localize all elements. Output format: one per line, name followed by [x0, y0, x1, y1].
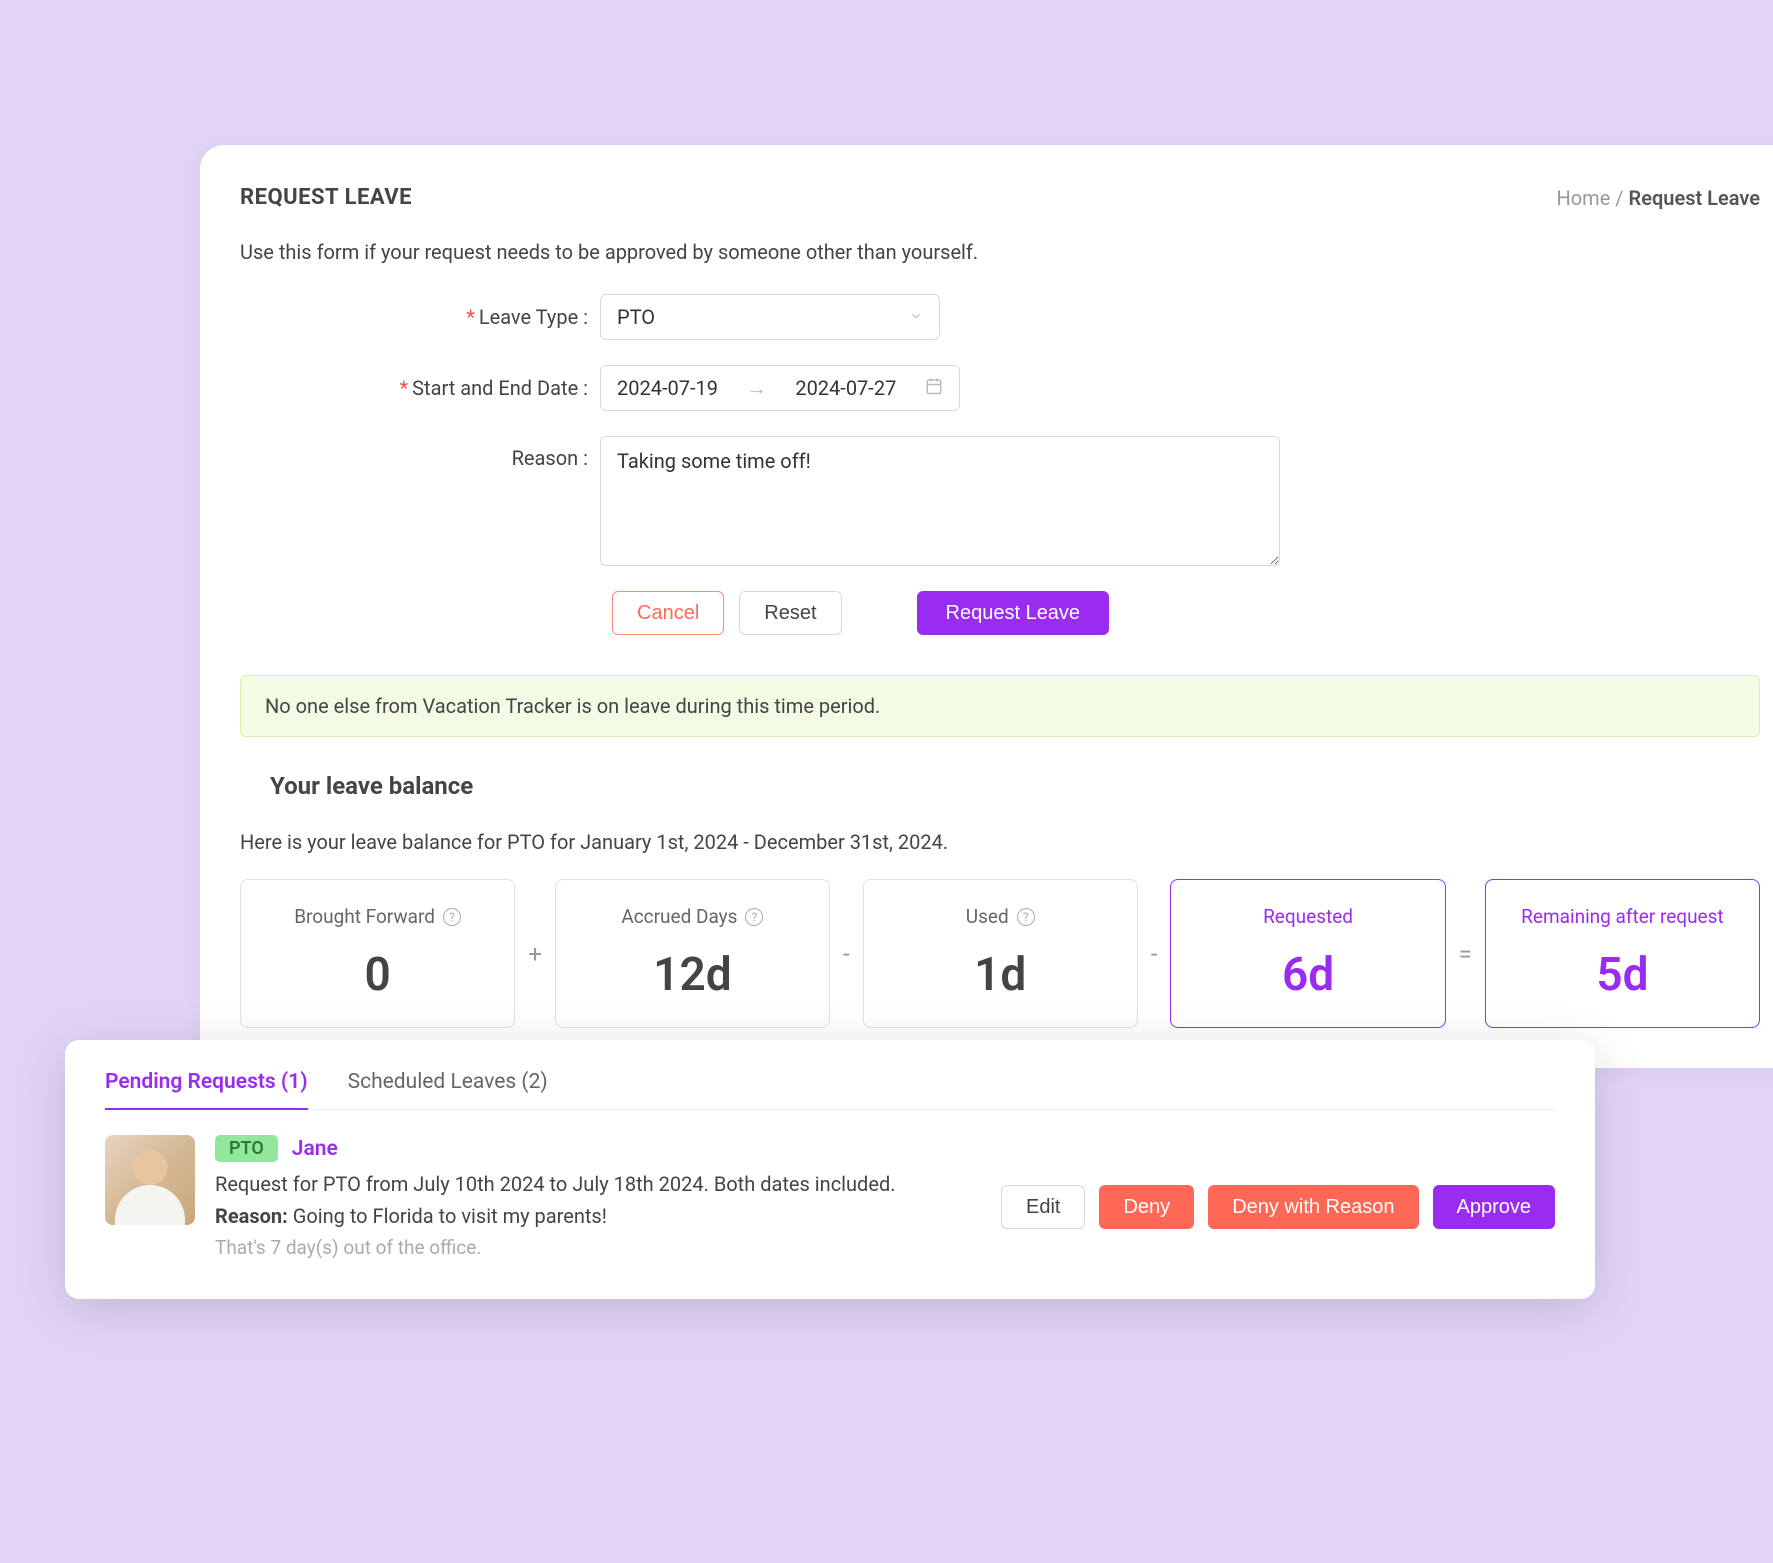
- user-name-link[interactable]: Jane: [292, 1137, 338, 1161]
- date-range-picker[interactable]: 2024-07-19 → 2024-07-27: [600, 365, 960, 411]
- balance-requested: Requested 6d: [1170, 879, 1445, 1028]
- request-meta: That's 7 day(s) out of the office.: [215, 1236, 981, 1259]
- equals-operator: =: [1454, 940, 1477, 968]
- deny-button[interactable]: Deny: [1099, 1185, 1194, 1229]
- request-leave-panel: REQUEST LEAVE Home / Request Leave Use t…: [200, 145, 1773, 1068]
- page-title: REQUEST LEAVE: [240, 185, 412, 210]
- request-item: PTO Jane Request for PTO from July 10th …: [105, 1135, 1555, 1259]
- cancel-button[interactable]: Cancel: [612, 591, 724, 635]
- balance-title: Your leave balance: [270, 772, 1760, 800]
- brought-forward-label: Brought Forward: [294, 905, 435, 928]
- reason-label: Reason:: [215, 1204, 288, 1228]
- chevron-down-icon: [909, 308, 923, 327]
- balance-description: Here is your leave balance for PTO for J…: [240, 830, 1760, 854]
- date-range-label: *Start and End Date :: [240, 376, 600, 400]
- request-description: Request for PTO from July 10th 2024 to J…: [215, 1172, 981, 1196]
- breadcrumb-current: Request Leave: [1629, 186, 1760, 210]
- start-date-value: 2024-07-19: [617, 376, 718, 400]
- balance-brought-forward: Brought Forward ? 0: [240, 879, 515, 1028]
- reset-button[interactable]: Reset: [739, 591, 841, 635]
- help-icon[interactable]: ?: [745, 908, 763, 926]
- deny-with-reason-button[interactable]: Deny with Reason: [1208, 1185, 1418, 1229]
- used-label: Used: [966, 905, 1009, 928]
- reason-label: Reason :: [240, 436, 600, 470]
- plus-operator: +: [523, 940, 547, 968]
- info-alert: No one else from Vacation Tracker is on …: [240, 675, 1760, 737]
- balance-row: Brought Forward ? 0 + Accrued Days ? 12d…: [240, 879, 1760, 1028]
- leave-type-value: PTO: [617, 305, 655, 329]
- breadcrumb-home[interactable]: Home: [1556, 186, 1610, 210]
- end-date-value: 2024-07-27: [795, 376, 896, 400]
- approve-button[interactable]: Approve: [1433, 1185, 1556, 1229]
- edit-button[interactable]: Edit: [1001, 1185, 1085, 1229]
- leave-type-select[interactable]: PTO: [600, 294, 940, 340]
- requested-label: Requested: [1263, 905, 1353, 928]
- brought-forward-value: 0: [266, 948, 489, 1002]
- reason-text: Going to Florida to visit my parents!: [288, 1204, 607, 1228]
- requested-value: 6d: [1196, 948, 1419, 1002]
- tab-scheduled-leaves[interactable]: Scheduled Leaves (2): [348, 1070, 548, 1109]
- minus-operator: -: [1146, 940, 1163, 968]
- leave-type-badge: PTO: [215, 1135, 278, 1162]
- form-description: Use this form if your request needs to b…: [240, 240, 1760, 264]
- arrow-right-icon: →: [747, 376, 767, 401]
- breadcrumb-separator: /: [1615, 186, 1623, 210]
- avatar: [105, 1135, 195, 1225]
- calendar-icon: [925, 377, 943, 400]
- minus-operator: -: [838, 940, 855, 968]
- pending-requests-panel: Pending Requests (1) Scheduled Leaves (2…: [65, 1040, 1595, 1299]
- used-value: 1d: [889, 948, 1112, 1002]
- tab-pending-requests[interactable]: Pending Requests (1): [105, 1070, 308, 1109]
- breadcrumb: Home / Request Leave: [1556, 186, 1760, 210]
- help-icon[interactable]: ?: [1017, 908, 1035, 926]
- tabs: Pending Requests (1) Scheduled Leaves (2…: [105, 1070, 1555, 1110]
- request-reason: Reason: Going to Florida to visit my par…: [215, 1204, 981, 1228]
- help-icon[interactable]: ?: [443, 908, 461, 926]
- remaining-value: 5d: [1511, 948, 1734, 1002]
- request-leave-button[interactable]: Request Leave: [917, 591, 1110, 635]
- accrued-label: Accrued Days: [621, 905, 737, 928]
- balance-accrued: Accrued Days ? 12d: [555, 879, 830, 1028]
- accrued-value: 12d: [581, 948, 804, 1002]
- balance-used: Used ? 1d: [863, 879, 1138, 1028]
- reason-textarea[interactable]: [600, 436, 1280, 566]
- leave-type-label: *Leave Type :: [240, 305, 600, 329]
- remaining-label: Remaining after request: [1521, 905, 1723, 928]
- balance-remaining: Remaining after request 5d: [1485, 879, 1760, 1028]
